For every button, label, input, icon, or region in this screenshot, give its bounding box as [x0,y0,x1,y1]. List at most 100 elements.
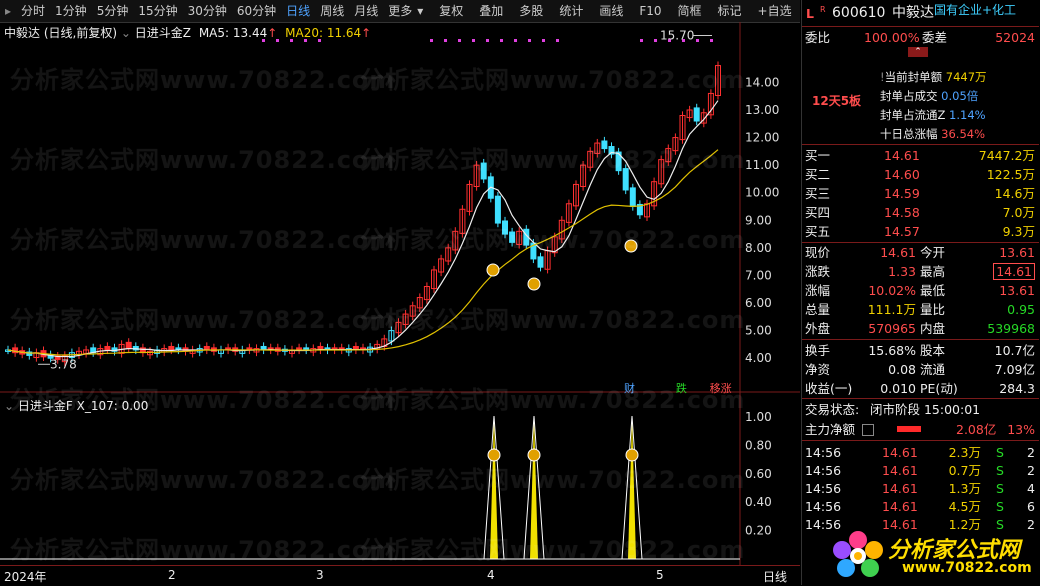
stats-row: 净资 0.08 流通 7.09亿 [802,360,1039,379]
candle-body [494,195,501,224]
bid-row[interactable]: 买二 14.60 122.5万 [802,165,1039,184]
chart-area[interactable]: 14.00 13.00 12.00 11.00 10.00 9.00 8.00 7.00 6.0… [0,22,800,565]
quote-value: 0.95 [1007,302,1035,317]
candle-body [502,220,508,235]
kline-chart-svg[interactable]: 14.00 13.00 12.00 11.00 10.00 9.00 8.00 7.00 6.0… [0,22,800,565]
toolbar-button[interactable]: 标记 [713,0,747,22]
tick-time: 14:56 [805,445,842,460]
tick-direction: S [996,463,1004,478]
main-net-row: 主力净额 2.08亿 13% [802,420,1039,439]
stats-row: 换手 15.68% 股本 10.7亿 [802,341,1039,360]
tick-direction: S [996,481,1004,496]
quote-value: 10.02% [868,283,916,298]
quote-value: 14.61 [993,263,1035,280]
signal-dot [654,39,657,42]
toolbar-button[interactable]: 统计 [554,0,588,22]
collapse-chevron-icon[interactable]: ⌃ [908,47,928,57]
quote-label: 内盘 [920,321,946,336]
tick-count: 4 [1027,481,1035,496]
toolbar-button[interactable]: 多股 [514,0,548,22]
tick-time: 14:56 [805,481,842,496]
signal-dot [500,39,503,42]
x-axis-label: 2024年 [4,570,47,584]
quote-label: 外盘 [805,321,831,336]
period-tab[interactable]: 1分钟 [50,0,92,22]
toolbar-button[interactable]: 简框 [673,0,707,22]
x-axis-label: 2 [168,568,176,582]
bid-row[interactable]: 买一 14.61 7447.2万 [802,146,1039,165]
tick-volume: 4.5万 [948,499,981,514]
toolbar-button[interactable]: F10 [634,0,666,22]
bid-volume: 14.6万 [994,186,1035,201]
price-tick-label: 9.00 [745,213,772,227]
event-icon-yizhang[interactable]: 移涨 [710,380,732,396]
bid-row[interactable]: 买三 14.59 14.6万 [802,184,1039,203]
period-tab[interactable]: 日线 [281,0,315,22]
signal-dot [696,39,699,42]
tick-volume: 1.3万 [948,481,981,496]
signal-spike [628,416,636,559]
chevron-down-icon[interactable]: ⌄ [121,26,131,40]
price-tick-label: 13.00 [745,103,779,117]
money-bag-icon [624,239,638,253]
peak-price-label: 15.70 [660,29,694,43]
quote-label: 总量 [805,302,831,317]
stock-name-label: 中毅达 [4,26,41,40]
event-icon-die[interactable]: 跌 [676,380,692,396]
limit-item: !当前封单额 7447万 [880,70,987,84]
stats-value: 284.3 [999,381,1035,396]
bid-price: 14.59 [884,186,920,201]
quote-row: 涨跌 1.33 最高 14.61 [802,262,1039,281]
quote-value: 539968 [987,321,1035,336]
chevron-down-icon[interactable]: ⌄ [4,399,14,413]
period-tab[interactable]: 5分钟 [92,0,134,22]
tick-price: 14.61 [882,463,918,478]
quote-label: 涨跌 [805,264,831,279]
signal-spike [530,416,538,559]
toolbar-button[interactable]: +自选 [753,0,797,22]
quote-value: 13.61 [999,245,1035,260]
bid-row[interactable]: 买四 14.58 7.0万 [802,203,1039,222]
tick-price: 14.61 [882,499,918,514]
limit-item: 十日总涨幅 36.54% [880,127,986,141]
period-tab[interactable]: 分时 [16,0,50,22]
stats-label: 股本 [920,343,946,358]
sidebar-toggle-icon[interactable]: ▸ [0,0,16,22]
signal-dot [486,39,489,42]
toolbar-button[interactable]: 复权 [434,0,468,22]
signal-dot [458,39,461,42]
period-tab[interactable]: 15分钟 [133,0,182,22]
bid-label: 买四 [805,205,831,220]
list-icon[interactable] [862,424,874,436]
period-tab[interactable]: 30分钟 [183,0,232,22]
indicator-name-label[interactable]: 日进斗金Z [135,26,191,40]
more-chevron-icon[interactable]: ▾ [417,0,428,22]
period-tab[interactable]: 更多 [383,0,417,22]
bid-row[interactable]: 买五 14.57 9.3万 [802,222,1039,241]
period-tab[interactable]: 月线 [349,0,383,22]
toolbar-button[interactable]: 画线 [594,0,628,22]
stock-tag[interactable]: 国有企业+化工 [934,1,1016,20]
period-tab[interactable]: 60分钟 [232,0,281,22]
sub-indicator-label[interactable]: 日进斗金F [18,399,73,413]
stats-value: 10.7亿 [994,343,1035,358]
toolbar-button[interactable]: 叠加 [474,0,508,22]
ma5-line [7,100,719,358]
event-icon-cai[interactable]: 财 [624,380,640,396]
sub-tick-label: 0.80 [745,438,772,452]
money-bag-icon [527,448,541,462]
candle-body [622,168,629,191]
signal-dot [556,39,559,42]
quote-value: 570965 [868,321,916,336]
quote-label: 现价 [805,245,831,260]
quote-label: 最高 [920,264,946,279]
net-bar [897,426,921,432]
price-tick-label: 11.00 [745,158,779,172]
price-tick-label: 7.00 [745,268,772,282]
bid-price: 14.58 [884,205,920,220]
stats-row: 收益(一) 0.010 PE(动) 284.3 [802,379,1039,398]
price-tick-label: 4.00 [745,351,772,365]
quote-panel: L R 600610 中毅达 国有企业+化工 委比 100.00% 委差 520… [801,0,1040,585]
period-tab[interactable]: 周线 [315,0,349,22]
signal-dot [528,39,531,42]
